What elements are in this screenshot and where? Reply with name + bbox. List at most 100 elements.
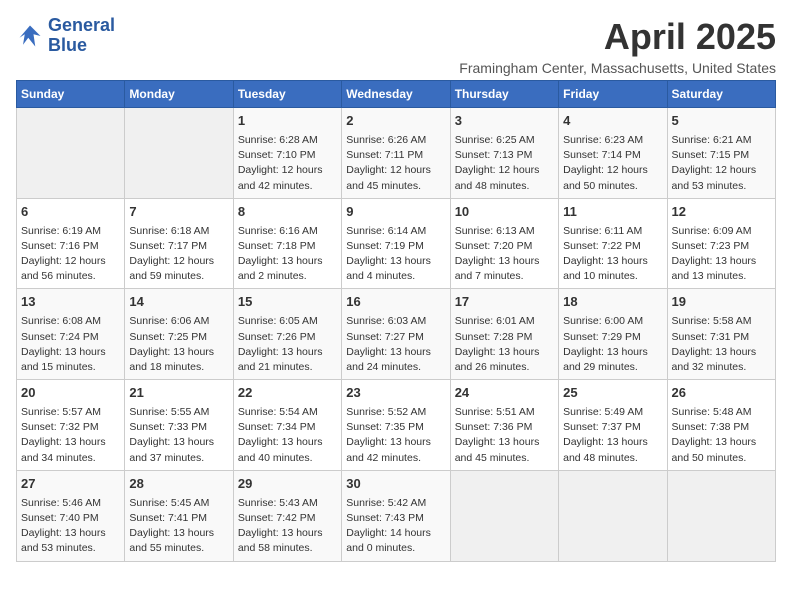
sunset-text: Sunset: 7:26 PM <box>238 330 337 345</box>
calendar-cell: 12Sunrise: 6:09 AMSunset: 7:23 PMDayligh… <box>667 198 775 289</box>
daylight-text: Daylight: 12 hours and 53 minutes. <box>672 163 771 193</box>
day-number: 11 <box>563 203 662 222</box>
sunset-text: Sunset: 7:11 PM <box>346 148 445 163</box>
page-header: General Blue April 2025 Framingham Cente… <box>16 16 776 76</box>
day-number: 14 <box>129 293 228 312</box>
day-number: 12 <box>672 203 771 222</box>
daylight-text: Daylight: 13 hours and 2 minutes. <box>238 254 337 284</box>
daylight-text: Daylight: 13 hours and 50 minutes. <box>672 435 771 465</box>
sunset-text: Sunset: 7:27 PM <box>346 330 445 345</box>
sunset-text: Sunset: 7:25 PM <box>129 330 228 345</box>
day-number: 7 <box>129 203 228 222</box>
sunrise-text: Sunrise: 6:16 AM <box>238 224 337 239</box>
day-number: 27 <box>21 475 120 494</box>
day-number: 10 <box>455 203 554 222</box>
daylight-text: Daylight: 13 hours and 34 minutes. <box>21 435 120 465</box>
day-number: 22 <box>238 384 337 403</box>
sunrise-text: Sunrise: 6:14 AM <box>346 224 445 239</box>
calendar-cell: 26Sunrise: 5:48 AMSunset: 7:38 PMDayligh… <box>667 380 775 471</box>
sunset-text: Sunset: 7:31 PM <box>672 330 771 345</box>
day-number: 24 <box>455 384 554 403</box>
sunrise-text: Sunrise: 5:57 AM <box>21 405 120 420</box>
day-number: 13 <box>21 293 120 312</box>
logo-icon <box>16 22 44 50</box>
calendar-cell: 11Sunrise: 6:11 AMSunset: 7:22 PMDayligh… <box>559 198 667 289</box>
day-number: 15 <box>238 293 337 312</box>
calendar-cell: 15Sunrise: 6:05 AMSunset: 7:26 PMDayligh… <box>233 289 341 380</box>
sunrise-text: Sunrise: 6:21 AM <box>672 133 771 148</box>
sunrise-text: Sunrise: 5:42 AM <box>346 496 445 511</box>
calendar-cell: 29Sunrise: 5:43 AMSunset: 7:42 PMDayligh… <box>233 470 341 561</box>
calendar-table: SundayMondayTuesdayWednesdayThursdayFrid… <box>16 80 776 562</box>
daylight-text: Daylight: 12 hours and 56 minutes. <box>21 254 120 284</box>
day-number: 6 <box>21 203 120 222</box>
calendar-cell: 28Sunrise: 5:45 AMSunset: 7:41 PMDayligh… <box>125 470 233 561</box>
calendar-cell: 25Sunrise: 5:49 AMSunset: 7:37 PMDayligh… <box>559 380 667 471</box>
calendar-cell <box>667 470 775 561</box>
daylight-text: Daylight: 12 hours and 42 minutes. <box>238 163 337 193</box>
daylight-text: Daylight: 13 hours and 58 minutes. <box>238 526 337 556</box>
day-number: 26 <box>672 384 771 403</box>
sunrise-text: Sunrise: 6:11 AM <box>563 224 662 239</box>
calendar-cell: 14Sunrise: 6:06 AMSunset: 7:25 PMDayligh… <box>125 289 233 380</box>
day-number: 20 <box>21 384 120 403</box>
sunset-text: Sunset: 7:40 PM <box>21 511 120 526</box>
daylight-text: Daylight: 13 hours and 42 minutes. <box>346 435 445 465</box>
day-number: 18 <box>563 293 662 312</box>
daylight-text: Daylight: 13 hours and 45 minutes. <box>455 435 554 465</box>
calendar-cell: 27Sunrise: 5:46 AMSunset: 7:40 PMDayligh… <box>17 470 125 561</box>
calendar-cell: 30Sunrise: 5:42 AMSunset: 7:43 PMDayligh… <box>342 470 450 561</box>
sunrise-text: Sunrise: 6:28 AM <box>238 133 337 148</box>
calendar-cell: 18Sunrise: 6:00 AMSunset: 7:29 PMDayligh… <box>559 289 667 380</box>
calendar-cell: 3Sunrise: 6:25 AMSunset: 7:13 PMDaylight… <box>450 108 558 199</box>
col-header-saturday: Saturday <box>667 81 775 108</box>
daylight-text: Daylight: 13 hours and 40 minutes. <box>238 435 337 465</box>
calendar-cell: 24Sunrise: 5:51 AMSunset: 7:36 PMDayligh… <box>450 380 558 471</box>
calendar-cell <box>559 470 667 561</box>
sunrise-text: Sunrise: 6:08 AM <box>21 314 120 329</box>
daylight-text: Daylight: 13 hours and 21 minutes. <box>238 345 337 375</box>
calendar-cell: 6Sunrise: 6:19 AMSunset: 7:16 PMDaylight… <box>17 198 125 289</box>
col-header-thursday: Thursday <box>450 81 558 108</box>
col-header-friday: Friday <box>559 81 667 108</box>
sunset-text: Sunset: 7:29 PM <box>563 330 662 345</box>
col-header-sunday: Sunday <box>17 81 125 108</box>
calendar-cell: 8Sunrise: 6:16 AMSunset: 7:18 PMDaylight… <box>233 198 341 289</box>
daylight-text: Daylight: 12 hours and 45 minutes. <box>346 163 445 193</box>
calendar-cell: 22Sunrise: 5:54 AMSunset: 7:34 PMDayligh… <box>233 380 341 471</box>
col-header-monday: Monday <box>125 81 233 108</box>
daylight-text: Daylight: 14 hours and 0 minutes. <box>346 526 445 556</box>
day-number: 23 <box>346 384 445 403</box>
sunrise-text: Sunrise: 5:51 AM <box>455 405 554 420</box>
calendar-cell: 4Sunrise: 6:23 AMSunset: 7:14 PMDaylight… <box>559 108 667 199</box>
day-number: 21 <box>129 384 228 403</box>
sunrise-text: Sunrise: 6:25 AM <box>455 133 554 148</box>
calendar-cell <box>450 470 558 561</box>
sunrise-text: Sunrise: 5:49 AM <box>563 405 662 420</box>
sunrise-text: Sunrise: 5:58 AM <box>672 314 771 329</box>
day-number: 3 <box>455 112 554 131</box>
calendar-cell <box>17 108 125 199</box>
sunrise-text: Sunrise: 6:00 AM <box>563 314 662 329</box>
calendar-cell: 13Sunrise: 6:08 AMSunset: 7:24 PMDayligh… <box>17 289 125 380</box>
sunrise-text: Sunrise: 5:52 AM <box>346 405 445 420</box>
sunrise-text: Sunrise: 6:18 AM <box>129 224 228 239</box>
day-number: 5 <box>672 112 771 131</box>
sunrise-text: Sunrise: 6:23 AM <box>563 133 662 148</box>
calendar-cell: 16Sunrise: 6:03 AMSunset: 7:27 PMDayligh… <box>342 289 450 380</box>
sunset-text: Sunset: 7:34 PM <box>238 420 337 435</box>
title-block: April 2025 Framingham Center, Massachuse… <box>459 16 776 76</box>
calendar-cell: 1Sunrise: 6:28 AMSunset: 7:10 PMDaylight… <box>233 108 341 199</box>
calendar-cell: 20Sunrise: 5:57 AMSunset: 7:32 PMDayligh… <box>17 380 125 471</box>
sunrise-text: Sunrise: 5:45 AM <box>129 496 228 511</box>
sunrise-text: Sunrise: 6:01 AM <box>455 314 554 329</box>
calendar-cell: 2Sunrise: 6:26 AMSunset: 7:11 PMDaylight… <box>342 108 450 199</box>
sunrise-text: Sunrise: 5:46 AM <box>21 496 120 511</box>
sunrise-text: Sunrise: 6:03 AM <box>346 314 445 329</box>
sunrise-text: Sunrise: 5:48 AM <box>672 405 771 420</box>
sunset-text: Sunset: 7:28 PM <box>455 330 554 345</box>
daylight-text: Daylight: 13 hours and 18 minutes. <box>129 345 228 375</box>
sunset-text: Sunset: 7:35 PM <box>346 420 445 435</box>
sunset-text: Sunset: 7:22 PM <box>563 239 662 254</box>
col-header-tuesday: Tuesday <box>233 81 341 108</box>
